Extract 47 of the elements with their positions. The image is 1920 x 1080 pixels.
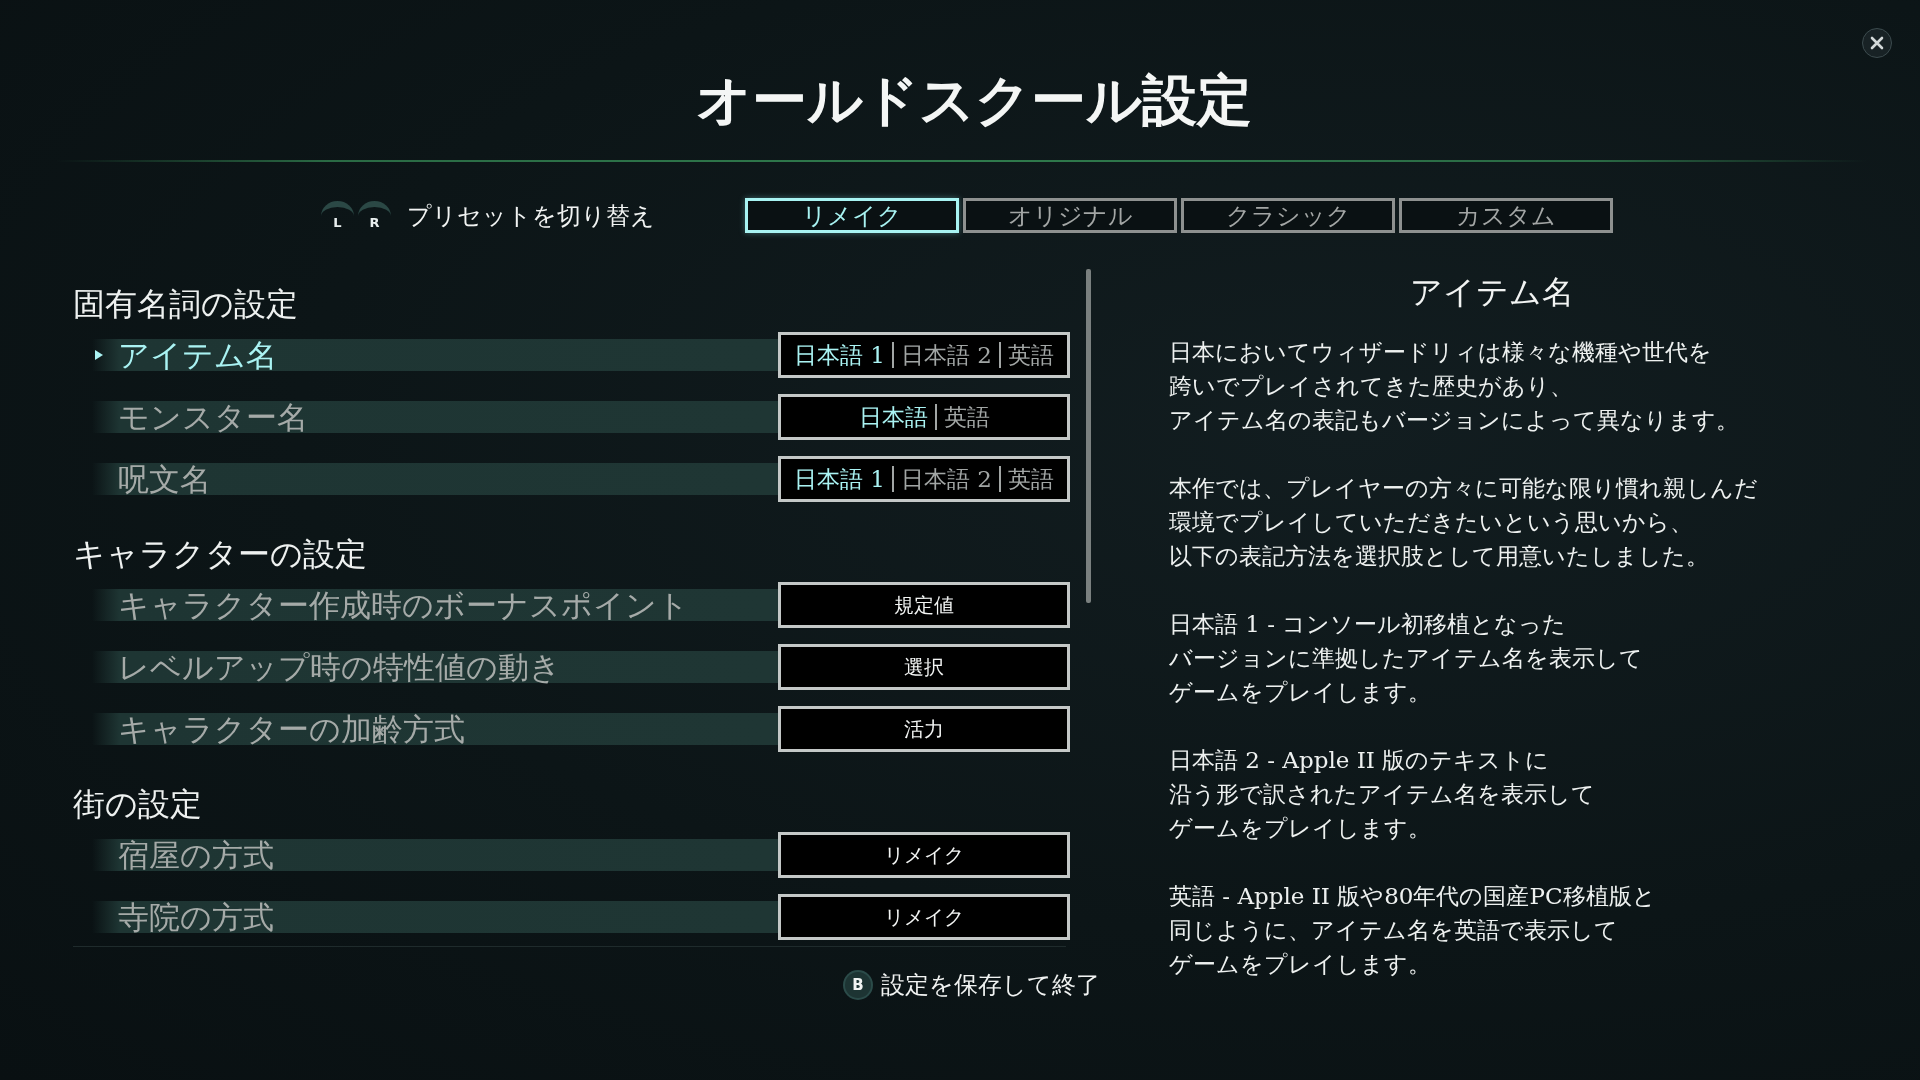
description-paragraph: 本作では、プレイヤーの方々に可能な限り慣れ親しんだ 環境でプレイしていただきたいという思いから、 以下の表記方法を選択肢として用意いたしました。 [1169, 474, 1758, 571]
preset-tab[interactable]: クラシック [1181, 198, 1395, 233]
description-paragraph: 日本語 2 - Apple II 版のテキストに 沿う形で訳されたアイテム名を表示して ゲームをプレイします。 [1169, 746, 1595, 843]
description-paragraph: 英語 - Apple II 版や80年代の国産PC移植版と 同じように、アイテム名を英語で表示して ゲームをプレイします。 [1169, 882, 1656, 979]
description-paragraph: 日本語 1 - コンソール初移植となった バージョンに準拠したアイテム名を表示して ゲームをプレイします。 [1169, 610, 1643, 707]
option-text[interactable]: 英語 [998, 466, 1061, 492]
option-text[interactable]: 日本語 2 [892, 342, 999, 368]
option-text[interactable]: 日本語 [851, 404, 935, 430]
preset-tab[interactable]: リメイク [745, 198, 959, 233]
option-text[interactable]: 英語 [934, 404, 997, 430]
close-icon [1870, 36, 1884, 50]
value-selector[interactable]: 規定値 [778, 582, 1070, 628]
section-heading: 街の設定 [73, 784, 202, 824]
close-button[interactable] [1862, 28, 1892, 58]
shoulder-key: R [358, 200, 391, 231]
value-selector[interactable]: 活力 [778, 706, 1070, 752]
setting-item[interactable]: キャラクター作成時のボーナスポイント [92, 589, 778, 621]
option-selector[interactable]: 日本語 1 日本語 2 英語 [778, 456, 1070, 502]
option-selector[interactable]: 日本語 1 日本語 2 英語 [778, 332, 1070, 378]
option-text[interactable]: 日本語 1 [787, 342, 892, 368]
preset-tab[interactable]: オリジナル [963, 198, 1177, 233]
preset-tab[interactable]: カスタム [1399, 198, 1613, 233]
setting-item[interactable]: 宿屋の方式 [92, 839, 778, 871]
value-selector[interactable]: リメイク [778, 832, 1070, 878]
setting-item[interactable]: 寺院の方式 [92, 901, 778, 933]
setting-item[interactable]: アイテム名 [92, 339, 778, 371]
description-paragraph: 日本においてウィザードリィは様々な機種や世代を 跨いでプレイされてきた歴史があり、 アイテム名の表記もバージョンによって異なります。 [1169, 338, 1739, 435]
option-selector[interactable]: 日本語 英語 [778, 394, 1070, 440]
triangle-marker-icon [95, 350, 103, 360]
setting-item[interactable]: キャラクターの加齢方式 [92, 713, 778, 745]
description-title: アイテム名 [1409, 272, 1575, 312]
option-text[interactable]: 日本語 1 [787, 466, 892, 492]
option-text[interactable]: 英語 [998, 342, 1061, 368]
option-text[interactable]: 日本語 2 [892, 466, 999, 492]
scrollbar-thumb[interactable] [1086, 269, 1091, 603]
value-selector[interactable]: リメイク [778, 894, 1070, 940]
setting-item[interactable]: 呪文名 [92, 463, 778, 495]
save-and-exit-label[interactable]: 設定を保存して終了 [881, 969, 1100, 1001]
preset-hint: プリセットを切り替え [407, 200, 655, 232]
section-heading: 固有名詞の設定 [73, 284, 298, 324]
setting-item[interactable]: モンスター名 [92, 401, 778, 433]
shoulder-key: L [321, 200, 354, 231]
button-key-icon: B [845, 972, 871, 998]
section-heading: キャラクターの設定 [73, 534, 367, 574]
screen-title: オールドスクール設定 [695, 68, 1252, 132]
setting-item[interactable]: レベルアップ時の特性値の動き [92, 651, 778, 683]
value-selector[interactable]: 選択 [778, 644, 1070, 690]
